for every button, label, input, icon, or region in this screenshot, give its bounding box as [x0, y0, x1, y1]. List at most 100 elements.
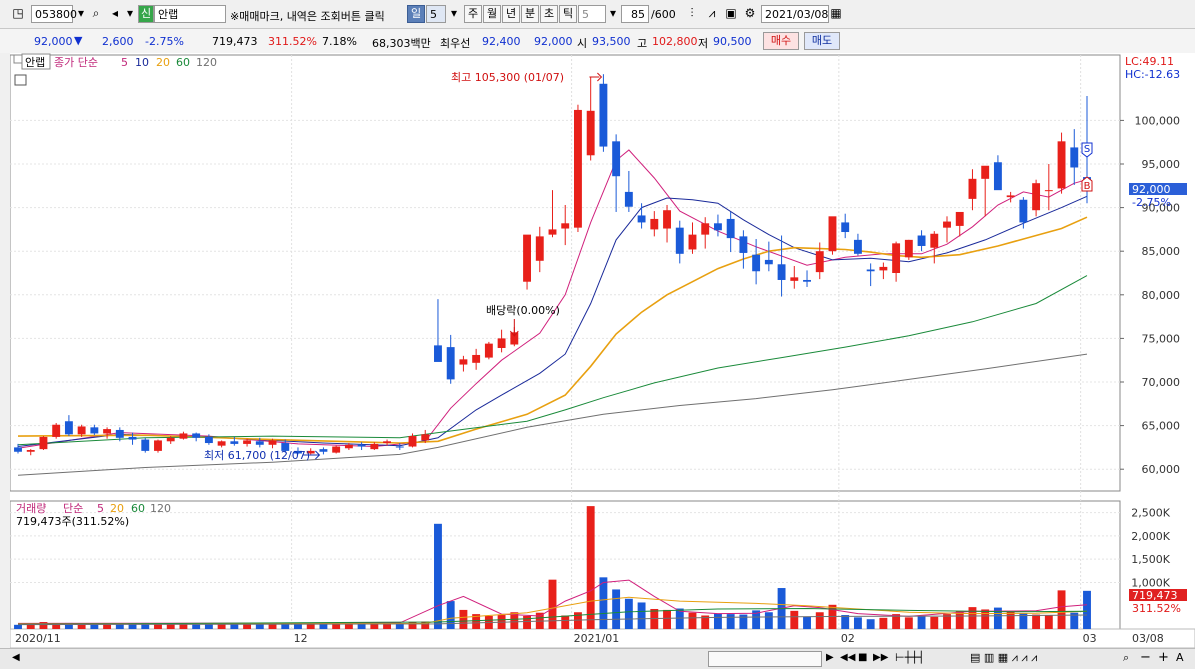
best-ask: 92,400	[482, 35, 521, 48]
volume-bar	[853, 617, 862, 629]
sell-button[interactable]: 매도	[804, 32, 840, 50]
auto-icon[interactable]: A	[1176, 651, 1184, 664]
panel-collapse-icon[interactable]	[13, 54, 23, 64]
candle-body	[166, 437, 175, 442]
sell-marker-label: S	[1084, 144, 1090, 155]
high-price: 102,800	[652, 35, 698, 48]
hc-label: HC:-12.63	[1125, 68, 1180, 81]
period-minute-button[interactable]: 분	[521, 5, 539, 23]
dividend-note: 배당락(0.00%)	[486, 304, 560, 317]
volume-bar	[612, 589, 621, 629]
volume-bar	[90, 624, 99, 629]
period-day-button[interactable]: 일	[407, 5, 425, 23]
calendar-icon[interactable]: ▦	[828, 4, 844, 22]
candle-body	[993, 162, 1002, 191]
chart-area[interactable]: 60,000 65,000 70,000 75,000 80,000 85,000 90,0…	[9, 53, 1195, 649]
interval-input[interactable]: 5	[578, 5, 606, 23]
candle-body	[204, 436, 213, 444]
ma-label: 종가 단순	[54, 56, 98, 69]
price-tick-label: 100,000	[1135, 114, 1181, 127]
candle-body	[892, 243, 901, 273]
candle-body	[115, 429, 124, 438]
period-second-button[interactable]: 초	[540, 5, 558, 23]
code-dropdown-icon[interactable]: ▾	[73, 4, 89, 22]
candle-body	[879, 266, 888, 271]
volume-tick-label: 2,000K	[1131, 530, 1170, 543]
sell-marker-icon: S	[1081, 142, 1093, 158]
period-dropdown-icon[interactable]: ▾	[446, 4, 462, 22]
trend-tool-icon[interactable]: ⩘	[704, 4, 720, 22]
settings-gear-icon[interactable]: ⚙	[742, 4, 758, 22]
window-icon[interactable]: ◳	[10, 4, 26, 22]
volume-bar	[981, 609, 990, 629]
volume-bar	[866, 619, 875, 629]
scroll-right-icon[interactable]: ▶	[826, 652, 834, 663]
candle-body	[955, 211, 964, 226]
table-toggle-icon[interactable]	[14, 74, 27, 86]
candle-body	[192, 433, 201, 438]
price-tick-label: 85,000	[1142, 245, 1181, 258]
volume-bar	[1032, 614, 1041, 629]
date-input[interactable]: 2021/03/08	[761, 5, 829, 23]
volume-bar	[306, 624, 315, 629]
tool-icons[interactable]: ▤ ▥ ▦ ⩘ ⩘ ⩘	[970, 651, 1037, 665]
scroll-thumb[interactable]	[708, 651, 822, 667]
candle-body	[650, 218, 659, 230]
down-arrow-icon: ▼	[74, 34, 83, 47]
candle-body	[688, 234, 697, 250]
interval-dropdown-icon[interactable]: ▾	[605, 4, 621, 22]
candle-body	[383, 441, 392, 444]
x-tick-label: 12	[294, 632, 308, 645]
zoom-out-icon[interactable]: −	[1140, 650, 1151, 665]
stop-icon[interactable]: ■	[858, 652, 867, 663]
candle-body	[675, 227, 684, 254]
volume-bar	[968, 607, 977, 629]
vol-ma-legend-60: 60	[131, 502, 145, 515]
zoom-slider-icon[interactable]: ⊢┼┼┤	[895, 651, 924, 664]
last-page-icon[interactable]: ▶▶	[873, 652, 888, 663]
count-input[interactable]: 85	[621, 5, 649, 23]
open-price: 93,500	[592, 35, 631, 48]
candle-body	[370, 443, 379, 450]
period-month-button[interactable]: 월	[483, 5, 501, 23]
save-icon[interactable]: ▣	[723, 4, 739, 22]
candle-body	[357, 444, 366, 447]
period-count[interactable]: 5	[426, 5, 446, 23]
volume-bar	[663, 609, 671, 629]
stock-name-field[interactable]: 안랩	[154, 5, 226, 23]
search-icon[interactable]: ⌕	[88, 4, 104, 22]
high-note: 최고 105,300 (01/07)	[451, 71, 564, 84]
chart-canvas[interactable]: 60,00065,00070,00075,00080,00085,00090,0…	[9, 53, 1195, 649]
quote-bar: 92,000 ▼ 2,600 -2.75% 719,473 311.52% 7.…	[0, 29, 1195, 54]
stock-code-input[interactable]: 053800	[31, 5, 77, 23]
prev-stock-icon[interactable]: ◂	[107, 4, 123, 22]
vol-last-pct-tag: 311.52%	[1132, 602, 1181, 615]
last-price-tag: 92,000	[1132, 183, 1171, 196]
candle-body	[637, 215, 646, 223]
zoom-in-icon[interactable]: +	[1158, 650, 1169, 665]
candle-body	[777, 264, 786, 280]
first-page-icon[interactable]: ◀◀	[840, 652, 855, 663]
candle-body	[586, 110, 595, 156]
candle-body	[841, 222, 850, 233]
price-tick-label: 60,000	[1142, 463, 1181, 476]
candle-tool-icon[interactable]: ⫶	[684, 4, 700, 22]
candle-body	[701, 223, 710, 235]
period-tick-button[interactable]: 틱	[559, 5, 577, 23]
candle-body	[752, 254, 761, 272]
price-tick-label: 70,000	[1142, 376, 1181, 389]
chart-scrollbar[interactable]: ◀ ▶ ◀◀ ■ ▶▶ ⊢┼┼┤ ▤ ▥ ▦ ⩘ ⩘ ⩘ ⌕ − + A	[0, 648, 1195, 669]
volume-bar	[1006, 611, 1015, 629]
buy-button[interactable]: 매수	[763, 32, 799, 50]
period-week-button[interactable]: 주	[464, 5, 482, 23]
next-stock-icon[interactable]: ▾	[122, 4, 138, 22]
zoom-icon[interactable]: ⌕	[1123, 651, 1129, 665]
candle-body	[803, 279, 811, 282]
candle-body	[90, 427, 99, 434]
candle-body	[866, 269, 875, 272]
period-year-button[interactable]: 년	[502, 5, 520, 23]
scroll-left-icon[interactable]: ◀	[12, 652, 20, 663]
candle-body	[764, 259, 773, 265]
candle-body	[815, 251, 824, 273]
high-label: 고	[637, 37, 648, 50]
